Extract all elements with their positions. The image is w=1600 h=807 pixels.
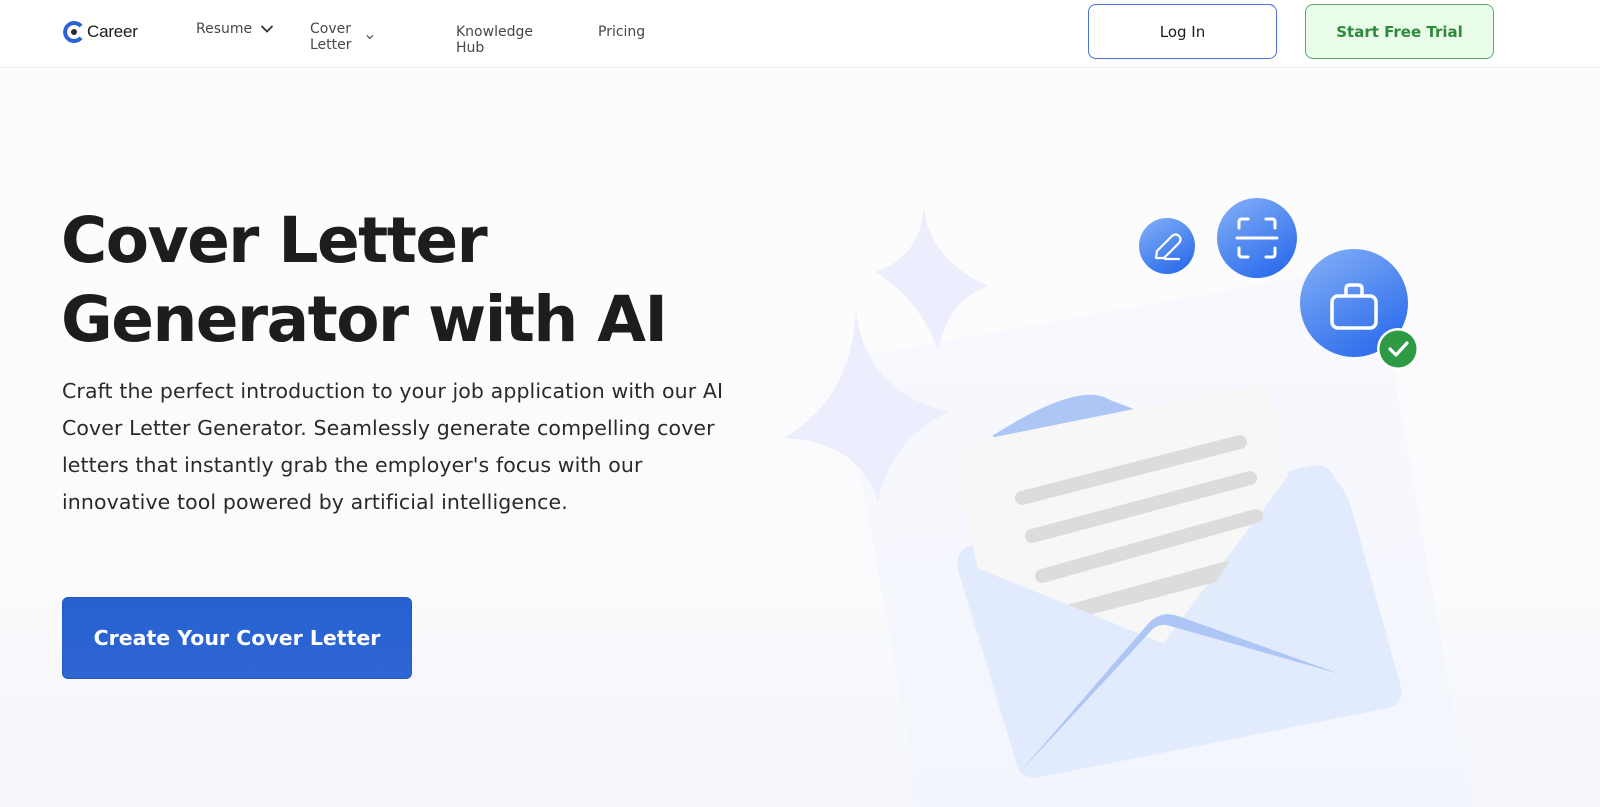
- create-cover-letter-button[interactable]: Create Your Cover Letter: [62, 597, 412, 679]
- logo-text: Career: [87, 22, 138, 41]
- logo-link[interactable]: Career: [63, 19, 138, 45]
- scan-bubble: [1217, 198, 1297, 278]
- login-button[interactable]: Log In: [1088, 4, 1277, 59]
- career-logo-icon: [63, 21, 85, 43]
- hero-description: Craft the perfect introduction to your j…: [62, 379, 724, 514]
- title-line-2: Generator with AI: [61, 283, 668, 356]
- title-line-1: Cover Letter: [61, 204, 488, 277]
- chevron-down-icon: [366, 34, 374, 40]
- nav-item-knowledge-hub[interactable]: Knowledge Hub: [456, 24, 533, 56]
- check-badge: [1377, 328, 1419, 370]
- nav-item-label: Resume: [196, 21, 253, 37]
- nav-item-label: Cover Letter: [310, 21, 352, 53]
- nav-item-cover-letter[interactable]: Cover Letter: [310, 21, 374, 53]
- sparkle-small-icon: [876, 208, 988, 350]
- start-free-trial-button[interactable]: Start Free Trial: [1305, 4, 1494, 59]
- pencil-bubble: [1139, 218, 1195, 274]
- cover-letter-illustration: [784, 198, 1470, 807]
- nav-item-pricing[interactable]: Pricing: [598, 24, 645, 40]
- site-header: Career Resume Cover Letter Knowledge Hub…: [0, 0, 1600, 68]
- nav-item-resume[interactable]: Resume: [196, 21, 274, 37]
- chevron-down-icon: [261, 25, 274, 33]
- page-title: Cover Letter Generator with AI: [61, 201, 781, 359]
